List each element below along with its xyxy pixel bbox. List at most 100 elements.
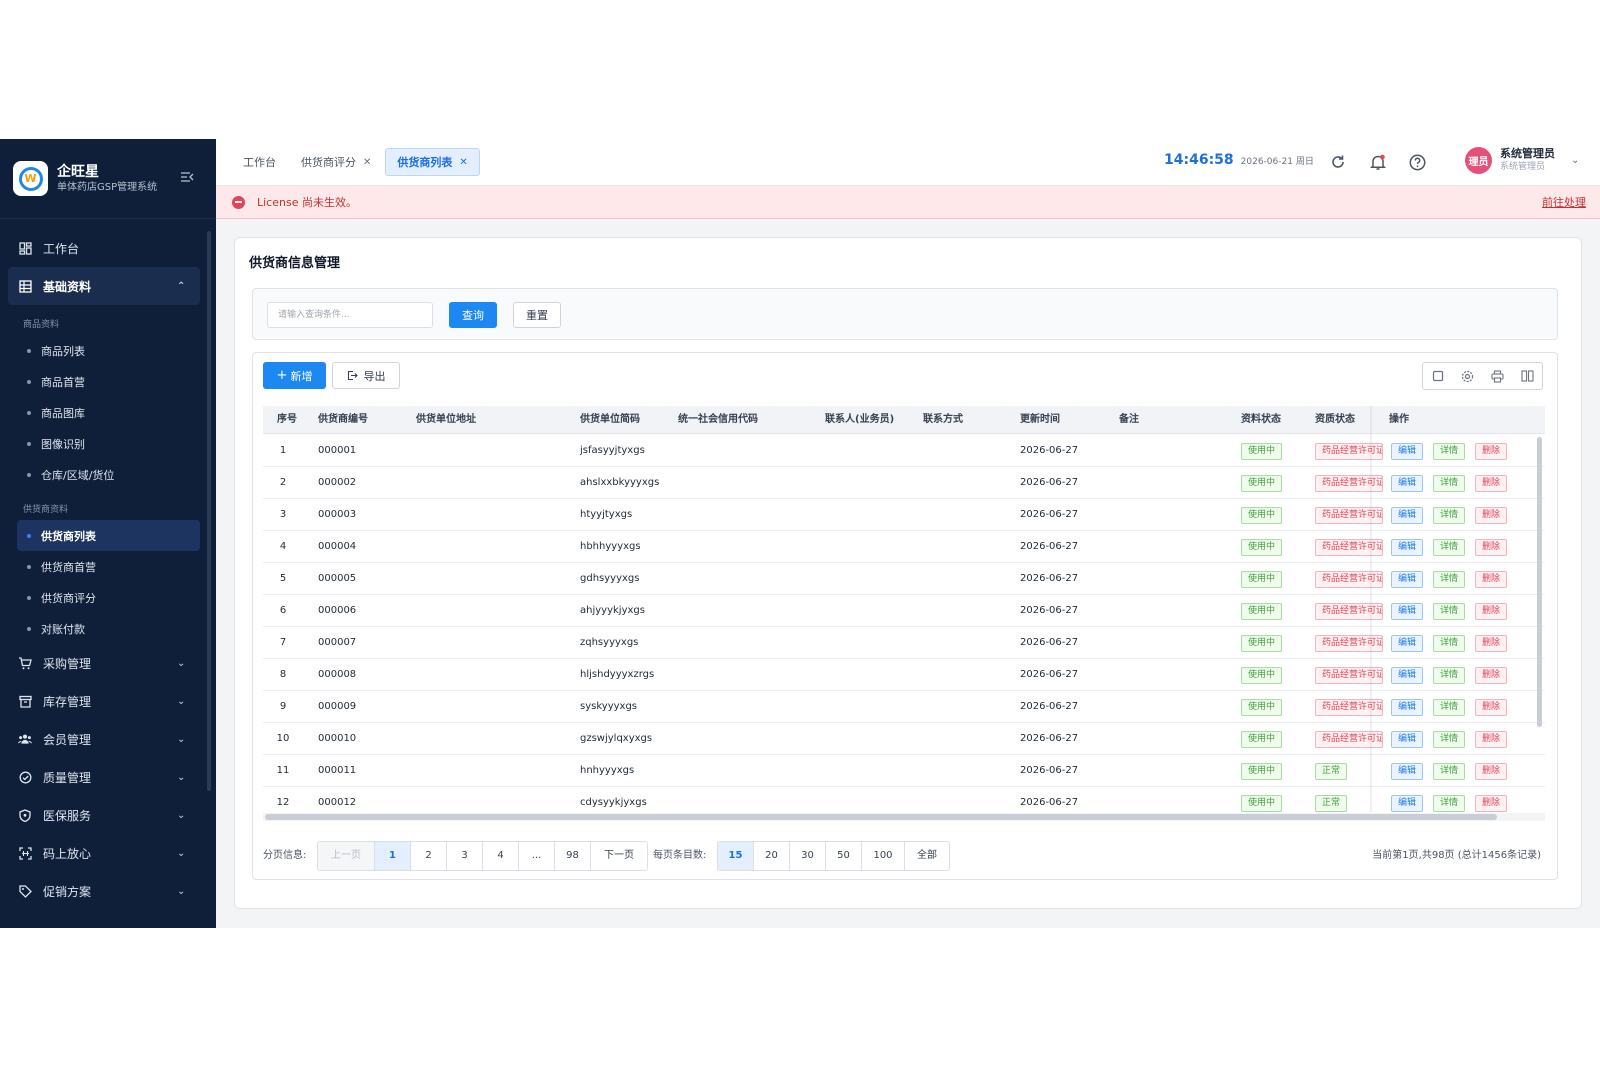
delete-button[interactable]: 删除 [1475, 667, 1508, 684]
column-header: 操作 [1389, 414, 1409, 425]
edit-button[interactable]: 编辑 [1391, 731, 1424, 748]
next-page-button[interactable]: 下一页 [591, 842, 647, 870]
edit-button[interactable]: 编辑 [1391, 635, 1424, 652]
sidebar-subitem-goods[interactable]: 图像识别 [0, 428, 216, 459]
print-icon[interactable] [1483, 363, 1513, 389]
page-size-option[interactable]: 30 [790, 842, 826, 870]
brand-subtitle: 单体药店GSP管理系统 [57, 181, 158, 193]
reset-button[interactable]: 重置 [513, 302, 561, 328]
collapse-menu-icon[interactable] [180, 171, 194, 187]
user-menu[interactable]: 理员 系统管理员 系统管理员 ⌄ [1465, 147, 1579, 174]
tab-supplier-score[interactable]: 供货商评分 ✕ [290, 148, 382, 176]
sidebar-item-purchase[interactable]: 采购管理 ⌄ [0, 644, 216, 682]
sidebar-item-medical-insurance[interactable]: 医保服务 ⌄ [0, 796, 216, 834]
prev-page-button[interactable]: 上一页 [318, 842, 375, 870]
detail-button[interactable]: 详情 [1433, 475, 1466, 492]
delete-button[interactable]: 删除 [1475, 699, 1508, 716]
tab-supplier-list[interactable]: 供货商列表 ✕ [385, 148, 480, 176]
detail-button[interactable]: 详情 [1433, 571, 1466, 588]
delete-button[interactable]: 删除 [1475, 795, 1508, 812]
delete-button[interactable]: 删除 [1475, 603, 1508, 620]
close-icon[interactable]: ✕ [363, 157, 371, 168]
detail-button[interactable]: 详情 [1433, 731, 1466, 748]
detail-button[interactable]: 详情 [1433, 763, 1466, 780]
page-button[interactable]: 98 [555, 842, 591, 870]
page-button[interactable]: 3 [447, 842, 483, 870]
detail-button[interactable]: 详情 [1433, 795, 1466, 812]
detail-button[interactable]: 详情 [1433, 667, 1466, 684]
table-vertical-scrollbar[interactable] [1535, 435, 1543, 812]
cell-supplier-code: 000011 [318, 765, 357, 776]
bell-icon[interactable] [1369, 153, 1387, 171]
edit-button[interactable]: 编辑 [1391, 539, 1424, 556]
page-button[interactable]: ... [519, 842, 555, 870]
detail-button[interactable]: 详情 [1433, 635, 1466, 652]
tab-workbench[interactable]: 工作台 [232, 148, 287, 176]
delete-button[interactable]: 删除 [1475, 571, 1508, 588]
edit-button[interactable]: 编辑 [1391, 763, 1424, 780]
edit-button[interactable]: 编辑 [1391, 571, 1424, 588]
sidebar-item-promotion[interactable]: 促销方案 ⌄ [0, 872, 216, 910]
page-button[interactable]: 1 [375, 842, 411, 870]
delete-button[interactable]: 删除 [1475, 763, 1508, 780]
detail-button[interactable]: 详情 [1433, 539, 1466, 556]
sidebar-item-workbench[interactable]: 工作台 [0, 229, 216, 267]
delete-button[interactable]: 删除 [1475, 635, 1508, 652]
sidebar-item-basic[interactable]: 基础资料 ⌃ [8, 267, 200, 305]
edit-button[interactable]: 编辑 [1391, 475, 1424, 492]
delete-button[interactable]: 删除 [1475, 539, 1508, 556]
sidebar-subitem-goods[interactable]: 商品列表 [0, 335, 216, 366]
detail-button[interactable]: 详情 [1433, 443, 1466, 460]
edit-button[interactable]: 编辑 [1391, 443, 1424, 460]
alert-action-link[interactable]: 前往处理 [1542, 194, 1586, 210]
page-size-option[interactable]: 20 [754, 842, 790, 870]
sidebar-subitem-goods[interactable]: 商品图库 [0, 397, 216, 428]
sidebar-subitem-supplier[interactable]: 对账付款 [0, 613, 216, 644]
refresh-icon[interactable] [1329, 153, 1347, 171]
search-input[interactable]: 请输入查询条件... [267, 302, 433, 328]
edit-button[interactable]: 编辑 [1391, 507, 1424, 524]
detail-button[interactable]: 详情 [1433, 699, 1466, 716]
sidebar-subitem-goods[interactable]: 仓库/区域/货位 [0, 459, 216, 490]
minus-circle-icon [232, 195, 245, 209]
page-size-option[interactable]: 100 [862, 842, 905, 870]
columns-icon[interactable] [1512, 363, 1542, 389]
sidebar-item-member[interactable]: 会员管理 ⌄ [0, 720, 216, 758]
sidebar-subitem-supplier[interactable]: 供货商评分 [0, 582, 216, 613]
edit-button[interactable]: 编辑 [1391, 667, 1424, 684]
detail-button[interactable]: 详情 [1433, 603, 1466, 620]
sidebar-subitem-supplier[interactable]: 供货商列表 [17, 520, 200, 551]
export-button[interactable]: 导出 [332, 362, 400, 389]
edit-button[interactable]: 编辑 [1391, 603, 1424, 620]
gear-icon[interactable] [1453, 363, 1483, 389]
page-size-option[interactable]: 全部 [905, 842, 949, 870]
fullscreen-icon[interactable] [1423, 363, 1453, 389]
table-horizontal-scrollbar[interactable] [263, 813, 1545, 821]
delete-button[interactable]: 删除 [1475, 443, 1508, 460]
chevron-down-icon: ⌄ [177, 657, 186, 669]
sidebar-subitem-supplier[interactable]: 供货商首营 [0, 551, 216, 582]
edit-button[interactable]: 编辑 [1391, 699, 1424, 716]
cell-index: 9 [279, 701, 287, 712]
sidebar-item-code-trace[interactable]: 码上放心 ⌄ [0, 834, 216, 872]
page-button[interactable]: 2 [411, 842, 447, 870]
topbar: 工作台 供货商评分 ✕ 供货商列表 ✕ 14:46:58 2026-06-21 周日… [216, 139, 1600, 186]
query-button[interactable]: 查询 [449, 302, 497, 328]
help-icon[interactable] [1408, 153, 1426, 171]
page-size-option[interactable]: 50 [826, 842, 862, 870]
table-row: 2 000002 ahslxxbkyyyxgs 2026-06-27 使用中 药品经营许可… [263, 467, 1545, 499]
page-size-option[interactable]: 15 [718, 842, 754, 870]
delete-button[interactable]: 删除 [1475, 475, 1508, 492]
sidebar-item-inventory[interactable]: 库存管理 ⌄ [0, 682, 216, 720]
page-button[interactable]: 4 [483, 842, 519, 870]
sidebar-scrollbar[interactable] [207, 231, 211, 791]
sidebar-subitem-goods[interactable]: 商品首营 [0, 366, 216, 397]
status-badge: 使用中 [1241, 731, 1283, 748]
close-icon[interactable]: ✕ [459, 157, 467, 168]
sidebar-item-quality[interactable]: 质量管理 ⌄ [0, 758, 216, 796]
delete-button[interactable]: 删除 [1475, 731, 1508, 748]
detail-button[interactable]: 详情 [1433, 507, 1466, 524]
edit-button[interactable]: 编辑 [1391, 795, 1424, 812]
delete-button[interactable]: 删除 [1475, 507, 1508, 524]
add-button[interactable]: + 新增 [263, 362, 326, 389]
